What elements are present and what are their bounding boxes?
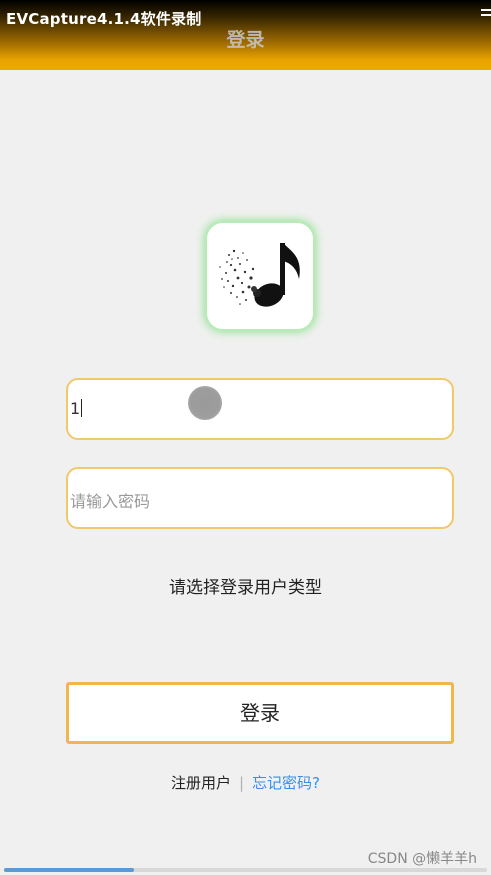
- csdn-watermark: CSDN @懒羊羊h: [367, 851, 477, 867]
- music-note-icon: [219, 243, 300, 307]
- username-field[interactable]: 1: [66, 378, 454, 440]
- app-screen: 登录 EVCapture4.1.4软件录制 1 请输入密码 请选择登录用户类型 …: [0, 0, 491, 875]
- recorder-watermark: EVCapture4.1.4软件录制: [6, 10, 202, 28]
- password-field[interactable]: 请输入密码: [66, 467, 454, 529]
- login-button[interactable]: 登录: [66, 682, 454, 744]
- menu-icon-line: [481, 9, 491, 11]
- auth-links: 注册用户 | 忘记密码?: [0, 772, 491, 793]
- register-link[interactable]: 注册用户: [171, 774, 231, 792]
- menu-icon-line: [481, 14, 491, 16]
- link-separator: |: [238, 774, 245, 792]
- forgot-password-link[interactable]: 忘记密码?: [252, 774, 320, 792]
- menu-icon[interactable]: [481, 9, 491, 21]
- progress-bar-fill: [4, 868, 135, 872]
- page-title: 登录: [226, 29, 265, 51]
- password-placeholder: 请输入密码: [70, 492, 151, 511]
- user-type-selector[interactable]: 请选择登录用户类型: [0, 573, 491, 598]
- progress-bar: [4, 868, 487, 872]
- text-caret: [81, 399, 83, 417]
- username-value: 1: [70, 399, 81, 418]
- touch-indicator: [188, 386, 222, 420]
- top-bar: 登录 EVCapture4.1.4软件录制: [0, 0, 491, 70]
- app-logo: [205, 221, 315, 331]
- username-text: 1: [70, 399, 83, 418]
